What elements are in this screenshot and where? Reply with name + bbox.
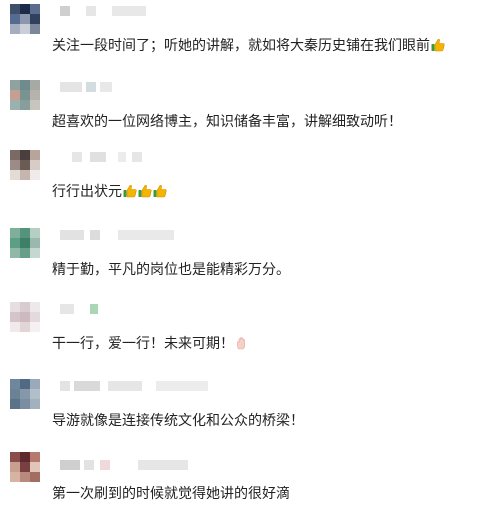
avatar-pixel (20, 24, 30, 34)
emoji-group (122, 183, 167, 199)
avatar-pixel (10, 160, 20, 170)
comment-list: 关注一段时间了；听她的讲解，就如将大秦历史铺在我们眼前 超喜欢的一位网络博主，知… (0, 0, 486, 511)
avatar-pixel (10, 170, 20, 180)
avatar-pixel (30, 100, 40, 110)
avatar[interactable] (10, 302, 40, 332)
avatar-pixel (20, 80, 30, 90)
avatar[interactable] (10, 452, 40, 482)
avatar-pixel (10, 472, 20, 482)
avatar-pixel (10, 322, 20, 332)
avatar-pixel (30, 80, 40, 90)
avatar-pixel (10, 14, 20, 24)
avatar-pixel (20, 150, 30, 160)
comment-text: 第一次刷到的时候就觉得她讲的很好滴 (52, 485, 290, 501)
avatar-pixel (30, 14, 40, 24)
avatar-pixel (30, 462, 40, 472)
avatar-pixel (30, 238, 40, 248)
avatar-pixel (10, 379, 20, 389)
avatar-pixel (20, 452, 30, 462)
avatar-pixel (30, 90, 40, 100)
comment-text: 导游就像是连接传统文化和公众的桥梁！ (52, 412, 304, 428)
avatar-pixel (10, 228, 20, 238)
emoji-group (430, 37, 445, 53)
raised-hand-icon (235, 336, 249, 350)
avatar-pixel (20, 100, 30, 110)
avatar-pixel (30, 312, 40, 322)
comment-text: 超喜欢的一位网络博主，知识储备丰富，讲解细致动听！ (52, 113, 402, 129)
avatar[interactable] (10, 150, 40, 180)
avatar-pixel (20, 389, 30, 399)
avatar-pixel (30, 452, 40, 462)
avatar-pixel (20, 462, 30, 472)
comment-text: 关注一段时间了；听她的讲解，就如将大秦历史铺在我们眼前 (52, 36, 445, 54)
avatar-pixel (10, 100, 20, 110)
thumbs-up-icon (123, 184, 137, 198)
avatar-pixel (20, 322, 30, 332)
avatar-pixel (10, 150, 20, 160)
avatar-pixel (20, 312, 30, 322)
avatar-pixel (20, 14, 30, 24)
avatar-pixel (10, 248, 20, 258)
emoji-group (234, 335, 249, 351)
avatar-pixel (20, 170, 30, 180)
avatar[interactable] (10, 379, 40, 409)
avatar-pixel (20, 248, 30, 258)
avatar[interactable] (10, 80, 40, 110)
avatar-pixel (30, 228, 40, 238)
avatar-pixel (10, 399, 20, 409)
avatar-pixel (10, 452, 20, 462)
avatar-pixel (10, 389, 20, 399)
avatar-pixel (20, 302, 30, 312)
avatar-pixel (30, 389, 40, 399)
avatar-pixel (30, 302, 40, 312)
avatar-pixel (20, 4, 30, 14)
avatar-pixel (10, 302, 20, 312)
avatar-pixel (20, 160, 30, 170)
avatar-pixel (30, 472, 40, 482)
avatar-pixel (10, 4, 20, 14)
avatar-pixel (20, 379, 30, 389)
avatar-pixel (30, 322, 40, 332)
comment-text: 干一行，爱一行！未来可期！ (52, 334, 249, 352)
avatar-pixel (30, 4, 40, 14)
avatar-pixel (20, 238, 30, 248)
thumbs-up-icon (153, 184, 167, 198)
comment-text: 精于勤，平凡的岗位也是能精彩万分。 (52, 261, 290, 277)
avatar-pixel (10, 80, 20, 90)
avatar-pixel (30, 379, 40, 389)
avatar-pixel (30, 24, 40, 34)
avatar[interactable] (10, 4, 40, 34)
avatar-pixel (20, 228, 30, 238)
avatar-pixel (10, 90, 20, 100)
avatar-pixel (10, 462, 20, 472)
avatar-pixel (30, 170, 40, 180)
avatar-pixel (30, 248, 40, 258)
avatar-pixel (20, 472, 30, 482)
avatar-pixel (20, 90, 30, 100)
avatar-pixel (10, 312, 20, 322)
avatar[interactable] (10, 228, 40, 258)
avatar-pixel (30, 160, 40, 170)
avatar-pixel (20, 399, 30, 409)
avatar-pixel (10, 238, 20, 248)
comment-text: 行行出状元 (52, 182, 167, 200)
thumbs-up-icon (431, 38, 445, 52)
avatar-pixel (30, 150, 40, 160)
thumbs-up-icon (138, 184, 152, 198)
avatar-pixel (30, 399, 40, 409)
avatar-pixel (10, 24, 20, 34)
